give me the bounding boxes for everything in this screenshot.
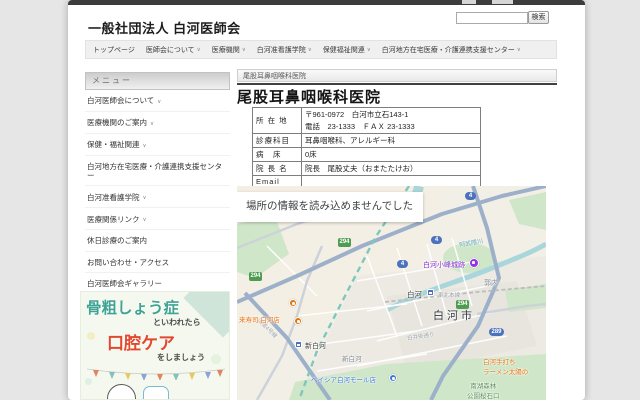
chevron-down-icon <box>143 214 147 224</box>
tooth-mascot-square <box>143 386 169 400</box>
site-page: 検索 一般社団法人 白河医師会 トップページ 医師会について 医療機関 白河准看… <box>68 0 585 400</box>
sidebar: メニュー 白河医師会について 医療機関のご案内 保健・福祉関連 白河地方在宅医療… <box>85 72 230 316</box>
sidebar-item-label: 医療機関のご案内 <box>87 118 147 127</box>
oral-care-banner[interactable]: 骨粗しょう症 といわれたら 口腔ケア をしましょう <box>80 291 230 400</box>
nav-item-about[interactable]: 医師会について <box>146 45 201 55</box>
table-row-address: 所 在 地 〒961-0972 白河市立石143-1 電話 23-1333 ＦＡ… <box>253 108 481 134</box>
embedded-map[interactable]: 阿武隈川 国道4号線 白井掛通り 294 294 294 4 4 4 289 白… <box>237 186 546 400</box>
sushi-poi-label[interactable]: 来寿司 白河店 <box>239 314 280 324</box>
ramen-poi-label[interactable]: 白河手打ちラーメン太陽の <box>483 356 528 376</box>
sidebar-item-holiday-care[interactable]: 休日診療のご案内 <box>85 230 230 251</box>
tooth-mascot-round <box>107 384 136 400</box>
sidebar-item-nursing-school[interactable]: 白河准看護学院 <box>85 186 230 208</box>
shin-shirakawa-area-label: 新白河 <box>342 353 362 363</box>
sidebar-item-links[interactable]: 医療関係リンク <box>85 208 230 230</box>
site-title[interactable]: 一般社団法人 白河医師会 <box>88 18 241 37</box>
chevron-down-icon <box>150 118 154 128</box>
ramen-label-line1: 白河手打ち <box>483 359 516 366</box>
sidebar-item-label: 白河准看護学院 <box>87 193 140 202</box>
row-label: 院 長 名 <box>253 162 302 176</box>
main-content: 尾股耳鼻咽喉科医院 尾股耳鼻咽喉科医院 所 在 地 〒961-0972 白河市立… <box>237 0 557 400</box>
train-station-icon[interactable] <box>295 341 302 348</box>
table-row-beds: 病 床 0床 <box>253 148 481 162</box>
chevron-down-icon <box>143 192 147 202</box>
tohoku-line-label: 東北本線 <box>438 291 460 299</box>
banner-subtitle-1: といわれたら <box>153 317 201 328</box>
park-label-line2: 公園桜石口 <box>467 393 500 400</box>
sidebar-item-support-center[interactable]: 白河地方在宅医療・介護連携支援センター <box>85 156 230 187</box>
table-row-director: 院 長 名 院長 尾股丈夫（おまたたけお） <box>253 162 481 176</box>
route-294-shield: 294 <box>338 238 351 247</box>
castle-poi-label[interactable]: 白河小峰城跡 <box>423 260 465 270</box>
breadcrumb[interactable]: 尾股耳鼻咽喉科医院 <box>237 69 557 82</box>
park-label: 南湖森林公園桜石口 <box>467 380 500 400</box>
route-4-shield: 4 <box>465 192 476 200</box>
sidebar-item-health-welfare[interactable]: 保健・福祉関連 <box>85 134 230 156</box>
row-value: 耳鼻咽喉科、アレルギー科 <box>302 134 481 148</box>
banner-subtitle-2: をしましょう <box>157 352 205 363</box>
title-divider <box>237 83 557 85</box>
phone-fax-line: 電話 23-1333 ＦＡＸ 23-1333 <box>305 121 477 132</box>
map-error-message: 場所の情報を読み込めませんでした <box>237 192 423 222</box>
banner-dot-decoration <box>211 354 221 364</box>
sidebar-item-label: 白河医師会ギャラリー <box>87 279 162 288</box>
banner-dot-decoration <box>87 332 95 340</box>
chevron-down-icon <box>197 46 201 53</box>
district-label-kakunai: 郭内 <box>484 278 498 288</box>
sidebar-item-label: 保健・福祉関連 <box>87 140 140 149</box>
banner-title-osteoporosis: 骨粗しょう症 <box>86 296 179 318</box>
sidebar-item-medical-guide[interactable]: 医療機関のご案内 <box>85 112 230 134</box>
route-4-shield: 4 <box>431 236 442 244</box>
address-line: 〒961-0972 白河市立石143-1 <box>305 109 477 120</box>
sidebar-item-contact-access[interactable]: お問い合わせ・アクセス <box>85 252 230 273</box>
row-value: 〒961-0972 白河市立石143-1 電話 23-1333 ＦＡＸ 23-1… <box>302 108 481 134</box>
route-294-shield: 294 <box>249 272 262 281</box>
sidebar-item-label: 白河地方在宅医療・介護連携支援センター <box>87 162 228 181</box>
chevron-down-icon <box>157 96 161 106</box>
chevron-down-icon <box>143 140 147 150</box>
mall-poi-label[interactable]: ベイシア白河モール店 <box>311 374 376 384</box>
sidebar-menu: 白河医師会について 医療機関のご案内 保健・福祉関連 白河地方在宅医療・介護連携… <box>85 90 230 316</box>
restaurant-poi-icon[interactable] <box>294 317 302 325</box>
table-row-departments: 診療科目 耳鼻咽喉科、アレルギー科 <box>253 134 481 148</box>
mall-poi-icon[interactable] <box>389 374 397 382</box>
nav-label: トップページ <box>93 45 135 55</box>
sidebar-item-label: お問い合わせ・アクセス <box>87 258 169 267</box>
castle-poi-icon[interactable] <box>469 258 479 268</box>
sidebar-menu-title: メニュー <box>85 72 230 90</box>
sidebar-item-label: 医療関係リンク <box>87 215 140 224</box>
bunting-garland-decoration <box>85 366 227 380</box>
sidebar-item-label: 休日診療のご案内 <box>87 236 147 245</box>
park-label-line1: 南湖森林 <box>470 383 496 390</box>
train-station-icon[interactable] <box>427 289 434 296</box>
page-title: 尾股耳鼻咽喉科医院 <box>237 86 381 107</box>
shin-shirakawa-station-label[interactable]: 新白河 <box>305 341 326 351</box>
city-label-shirakawa: 白河市 <box>433 307 475 323</box>
shirakawa-station-label[interactable]: 白河 <box>407 289 422 300</box>
ramen-label-line2: ラーメン太陽の <box>483 369 528 376</box>
row-label: 所 在 地 <box>253 108 302 134</box>
clinic-info-table: 所 在 地 〒961-0972 白河市立石143-1 電話 23-1333 ＦＡ… <box>252 107 481 188</box>
banner-title-oral-care: 口腔ケア <box>107 329 175 354</box>
route-289-shield: 289 <box>489 328 504 336</box>
row-value: 0床 <box>302 148 481 162</box>
nav-item-top[interactable]: トップページ <box>93 45 135 55</box>
row-label: 診療科目 <box>253 134 302 148</box>
row-value: 院長 尾股丈夫（おまたたけお） <box>302 162 481 176</box>
banner-corner-decoration <box>183 291 230 338</box>
restaurant-poi-icon[interactable] <box>289 299 297 307</box>
nav-label: 医療機関 <box>212 45 240 55</box>
sidebar-item-about[interactable]: 白河医師会について <box>85 90 230 112</box>
sidebar-item-label: 白河医師会について <box>87 96 154 105</box>
route-4-shield: 4 <box>397 260 408 268</box>
row-label: 病 床 <box>253 148 302 162</box>
nav-label: 医師会について <box>146 45 195 55</box>
